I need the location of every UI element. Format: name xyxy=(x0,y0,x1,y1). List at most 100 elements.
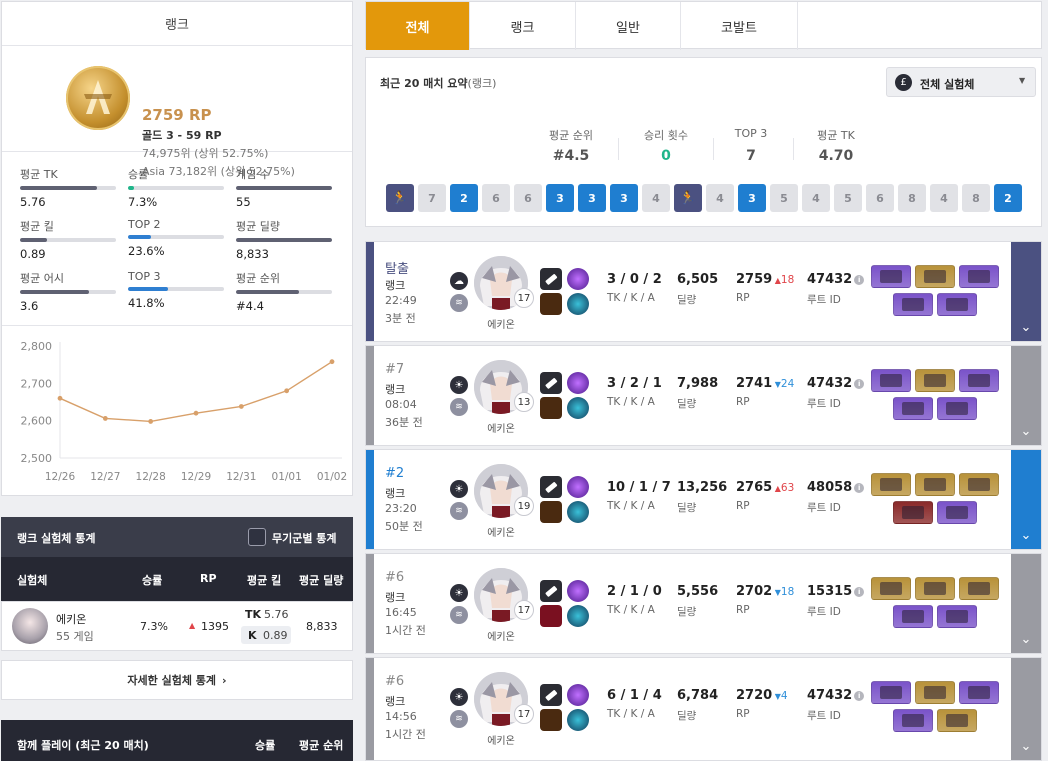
rp-point[interactable] xyxy=(57,395,63,401)
placement-badge[interactable]: 3 xyxy=(546,184,574,212)
equipment-item-icon[interactable] xyxy=(893,605,933,628)
placement-badge[interactable]: 8 xyxy=(898,184,926,212)
equipment-item-icon[interactable] xyxy=(959,369,999,392)
x-tick-label: 01/01 xyxy=(272,471,302,483)
placement-badge[interactable]: 4 xyxy=(642,184,670,212)
match-ago: 3분 전 xyxy=(385,312,416,325)
metric-label: TOP 3 xyxy=(734,127,768,140)
placement-badge[interactable]: 3 xyxy=(578,184,606,212)
detail-link-label: 자세한 실험체 통계 xyxy=(127,674,217,687)
info-icon[interactable]: i xyxy=(854,691,865,701)
route-id-value[interactable]: 15315 xyxy=(807,584,852,599)
equipment-item-icon[interactable] xyxy=(871,577,911,600)
equipment-item-icon[interactable] xyxy=(915,681,955,704)
equipment-item-icon[interactable] xyxy=(937,293,977,316)
info-icon[interactable]: i xyxy=(854,483,865,493)
placement-badge[interactable]: 2 xyxy=(450,184,478,212)
placement-badge[interactable]: 3 xyxy=(610,184,638,212)
equipment-item-icon[interactable] xyxy=(937,605,977,628)
detailed-champ-stats-link[interactable]: 자세한 실험체 통계 › xyxy=(1,660,353,700)
equipment-item-icon[interactable] xyxy=(959,681,999,704)
info-icon[interactable]: i xyxy=(854,587,865,597)
placement-badge[interactable]: 4 xyxy=(802,184,830,212)
stat-label: 평균 순위 xyxy=(236,272,280,285)
placement-badge[interactable]: 2 xyxy=(994,184,1022,212)
equipment-item-icon[interactable] xyxy=(959,265,999,288)
placement-badge[interactable]: 7 xyxy=(418,184,446,212)
champ-stats-row[interactable]: 에키온 55 게임 7.3% ▲ 1395 TK 5.76 K 0.89 8,8… xyxy=(1,601,353,651)
tab-cobalt[interactable]: 코발트 xyxy=(681,2,798,50)
match-card[interactable]: #6 랭크 14:56 1시간 전 ☀ ≋ 17 에키온 6 / 1 / 4 TK / K / A… xyxy=(365,657,1042,761)
route-id-value[interactable]: 48058 xyxy=(807,480,852,495)
placement-badge[interactable]: 6 xyxy=(866,184,894,212)
expand-match-button[interactable]: ⌄ xyxy=(1011,554,1041,653)
weapon-toggle-checkbox[interactable] xyxy=(248,528,266,546)
damage-value: 7,988 xyxy=(677,376,719,391)
equipment-item-icon[interactable] xyxy=(915,473,955,496)
champ-damage: 8,833 xyxy=(306,620,338,633)
rp-point[interactable] xyxy=(193,410,199,416)
match-card[interactable]: #2 랭크 23:20 50분 전 ☀ ≋ 19 에키온 10 / 1 / 7 TK / K / … xyxy=(365,449,1042,550)
escape-icon[interactable]: 🏃 xyxy=(674,184,702,212)
rp-label: RP xyxy=(736,396,750,408)
equipment-item-icon[interactable] xyxy=(871,473,911,496)
equipment-item-icon[interactable] xyxy=(893,397,933,420)
placement-badge[interactable]: 6 xyxy=(514,184,542,212)
placement-badge[interactable]: 8 xyxy=(962,184,990,212)
stat-value: 0.89 xyxy=(20,247,46,261)
route-id-value[interactable]: 47432 xyxy=(807,688,852,703)
col-avg-damage: 평균 딜량 xyxy=(299,574,344,587)
expand-match-button[interactable]: ⌄ xyxy=(1011,658,1041,760)
metric-divider xyxy=(618,138,619,160)
rp-point[interactable] xyxy=(238,404,244,409)
tactical-skill-icon xyxy=(567,268,589,290)
equipment-item-icon[interactable] xyxy=(959,577,999,600)
rp-point[interactable] xyxy=(329,359,335,365)
rp-point[interactable] xyxy=(284,388,290,394)
rp-point[interactable] xyxy=(148,419,154,424)
route-id-value[interactable]: 47432 xyxy=(807,272,852,287)
placement-badge[interactable]: 6 xyxy=(482,184,510,212)
equipment-item-icon[interactable] xyxy=(959,473,999,496)
rp-point[interactable] xyxy=(102,416,108,421)
equipment-item-icon[interactable] xyxy=(871,265,911,288)
equipment-item-icon[interactable] xyxy=(871,681,911,704)
expand-match-button[interactable]: ⌄ xyxy=(1011,242,1041,341)
tab-normal[interactable]: 일반 xyxy=(576,2,681,50)
rp-label: RP xyxy=(736,500,750,512)
equipment-item-icon[interactable] xyxy=(893,293,933,316)
match-card[interactable]: 탈출 랭크 22:49 3분 전 ☁ ≋ 17 에키온 3 / 0 / 2 TK / K / A 6… xyxy=(365,241,1042,342)
route-id-label: 루트 ID xyxy=(807,294,841,306)
equipment-item-icon[interactable] xyxy=(937,501,977,524)
expand-match-button[interactable]: ⌄ xyxy=(1011,346,1041,445)
match-card[interactable]: #6 랭크 16:45 1시간 전 ☀ ≋ 17 에키온 2 / 1 / 0 TK / K / A… xyxy=(365,553,1042,654)
info-icon[interactable]: i xyxy=(854,275,865,285)
tab-rank[interactable]: 랭크 xyxy=(470,2,576,50)
equipment-item-icon[interactable] xyxy=(893,501,933,524)
rp-value-wrap: 2765 ▲63 xyxy=(736,480,794,495)
placement-badge[interactable]: 5 xyxy=(770,184,798,212)
item-art xyxy=(924,686,946,699)
trait-icon xyxy=(540,501,562,523)
tab-all[interactable]: 전체 xyxy=(366,2,470,50)
equipment-item-icon[interactable] xyxy=(915,265,955,288)
rank-header: 2759 RP 골드 3 - 59 RP 74,975위 (상위 52.75%)… xyxy=(2,46,352,178)
equipment-item-icon[interactable] xyxy=(915,369,955,392)
equipment-item-icon[interactable] xyxy=(871,369,911,392)
damage-value: 13,256 xyxy=(677,480,728,495)
placement-badge[interactable]: 5 xyxy=(834,184,862,212)
placement-badge[interactable]: 4 xyxy=(930,184,958,212)
equipment-item-icon[interactable] xyxy=(937,709,977,732)
equipment-item-icon[interactable] xyxy=(937,397,977,420)
placement-badge[interactable]: 4 xyxy=(706,184,734,212)
route-id-wrap: 47432 i xyxy=(807,688,865,703)
champion-filter-dropdown[interactable]: £ 전체 실험체 ▼ xyxy=(886,67,1036,97)
match-card[interactable]: #7 랭크 08:04 36분 전 ☀ ≋ 13 에키온 3 / 2 / 1 TK / K / A… xyxy=(365,345,1042,446)
placement-badge[interactable]: 3 xyxy=(738,184,766,212)
route-id-value[interactable]: 47432 xyxy=(807,376,852,391)
info-icon[interactable]: i xyxy=(854,379,865,389)
equipment-item-icon[interactable] xyxy=(915,577,955,600)
equipment-item-icon[interactable] xyxy=(893,709,933,732)
escape-icon[interactable]: 🏃 xyxy=(386,184,414,212)
expand-match-button[interactable]: ⌄ xyxy=(1011,450,1041,549)
